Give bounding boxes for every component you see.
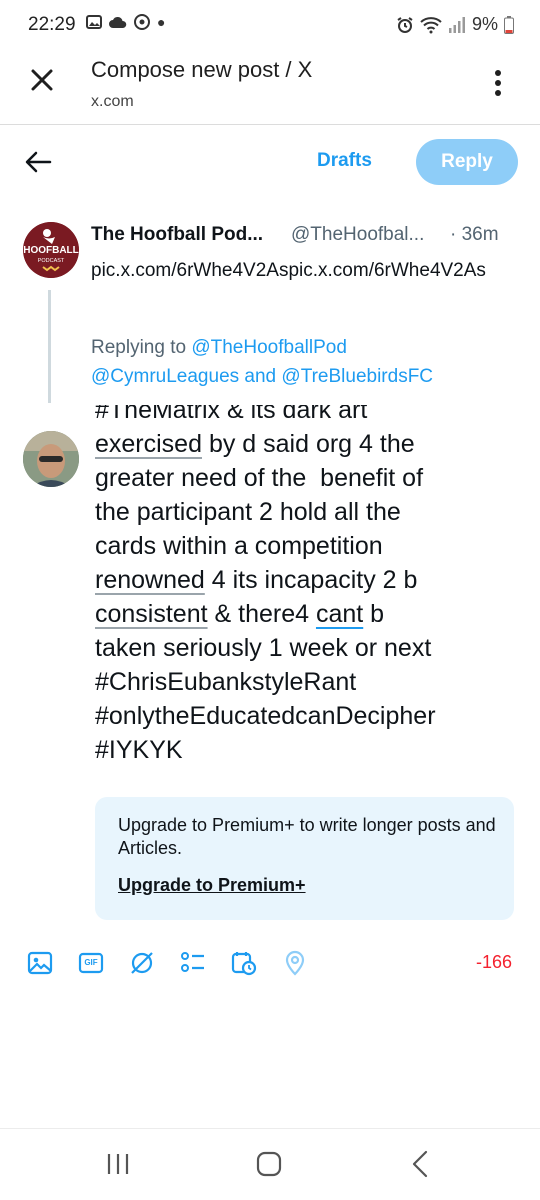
compose-textbox[interactable]: #TheMatrix & its dark art exercised by d… (0, 405, 540, 780)
reply-target-2[interactable]: @CymruLeagues (91, 366, 239, 387)
more-menu-icon[interactable] (488, 68, 508, 98)
browser-url: x.com (91, 93, 134, 110)
wifi-icon (420, 16, 442, 33)
nav-back-icon[interactable] (410, 1149, 430, 1179)
chrome-notification-icon (134, 14, 150, 30)
compose-text[interactable]: #TheMatrix & its dark art exercised by d… (95, 405, 520, 767)
gif-label: GIF (84, 958, 98, 967)
replying-to: Replying to @TheHoofballPod @CymruLeague… (91, 333, 511, 391)
compose-line: taken seriously 1 week or next (95, 634, 432, 662)
compose-line: #IYKYK (95, 736, 183, 764)
compose-line: renowned 4 its incapacity 2 b (95, 566, 418, 594)
compose-line: cards within a competition (95, 532, 383, 560)
status-notification-icons: ● (86, 14, 165, 30)
alarm-icon (397, 16, 413, 33)
compose-line: exercised by d said org 4 the (95, 430, 415, 458)
hoofball-logo: HOOFBALL PODCAST (23, 222, 79, 278)
compose-line: #ChrisEubankstyleRant (95, 668, 357, 696)
premium-upsell-text: Upgrade to Premium+ to write longer post… (118, 815, 496, 858)
more-notifications-dot: ● (157, 14, 166, 30)
reply-target-1[interactable]: @TheHoofballPod (191, 337, 347, 358)
thread-line (48, 290, 51, 403)
close-icon[interactable] (26, 64, 58, 96)
grok-icon[interactable] (129, 950, 155, 976)
upgrade-premium-link[interactable]: Upgrade to Premium+ (118, 875, 306, 896)
post-body: pic.x.com/6rWhe4V2Aspic.x.com/6rWhe4V2As (91, 260, 486, 281)
reply-and[interactable]: and (244, 366, 276, 387)
battery-percent: 9% (471, 14, 498, 34)
grammar-flag-cant[interactable]: cant (316, 600, 363, 628)
character-count: -166 (476, 952, 513, 972)
battery-low-icon (504, 15, 514, 34)
back-arrow-icon[interactable] (24, 148, 52, 176)
compose-line: greater need of the benefit of (95, 464, 424, 492)
post-time: · 36m (450, 224, 499, 245)
reply-target-3[interactable]: @TreBluebirdsFC (281, 366, 433, 387)
compose-line: #onlytheEducatedcanDecipher (95, 702, 436, 730)
nav-divider (0, 1128, 540, 1129)
gif-icon[interactable]: GIF (78, 950, 104, 976)
poll-icon[interactable] (180, 950, 206, 976)
compose-line: the participant 2 hold all the (95, 498, 401, 526)
status-right: 9% (396, 14, 514, 35)
spell-flag-renowned[interactable]: renowned (95, 566, 205, 594)
svg-text:HOOFBALL: HOOFBALL (23, 245, 79, 256)
chrome-divider (0, 124, 540, 125)
home-icon[interactable] (256, 1151, 282, 1177)
schedule-icon[interactable] (231, 950, 257, 976)
image-icon[interactable] (27, 950, 53, 976)
signal-icon (448, 16, 465, 33)
drafts-button[interactable]: Drafts (317, 150, 372, 172)
replying-prefix: Replying to (91, 337, 187, 358)
location-icon[interactable] (282, 950, 308, 976)
post-author-name[interactable]: The Hoofball Pod... (91, 224, 263, 246)
cloud-notification-icon (109, 16, 127, 28)
spell-flag-exercised[interactable]: exercised (95, 430, 202, 458)
gallery-notification-icon (86, 15, 102, 29)
post-author-handle[interactable]: @TheHoofbal... (291, 224, 424, 246)
reply-button[interactable]: Reply (416, 139, 518, 185)
status-time: 22:29 (28, 14, 76, 35)
browser-page-title: Compose new post / X (91, 57, 313, 82)
original-post-avatar[interactable]: HOOFBALL PODCAST (23, 222, 79, 278)
compose-line: consistent & there4 cant b (95, 600, 385, 628)
spell-flag-consistent[interactable]: consistent (95, 600, 208, 628)
recents-icon[interactable] (105, 1151, 131, 1177)
svg-text:PODCAST: PODCAST (38, 258, 65, 264)
compose-line: #TheMatrix & its dark art (95, 405, 368, 424)
